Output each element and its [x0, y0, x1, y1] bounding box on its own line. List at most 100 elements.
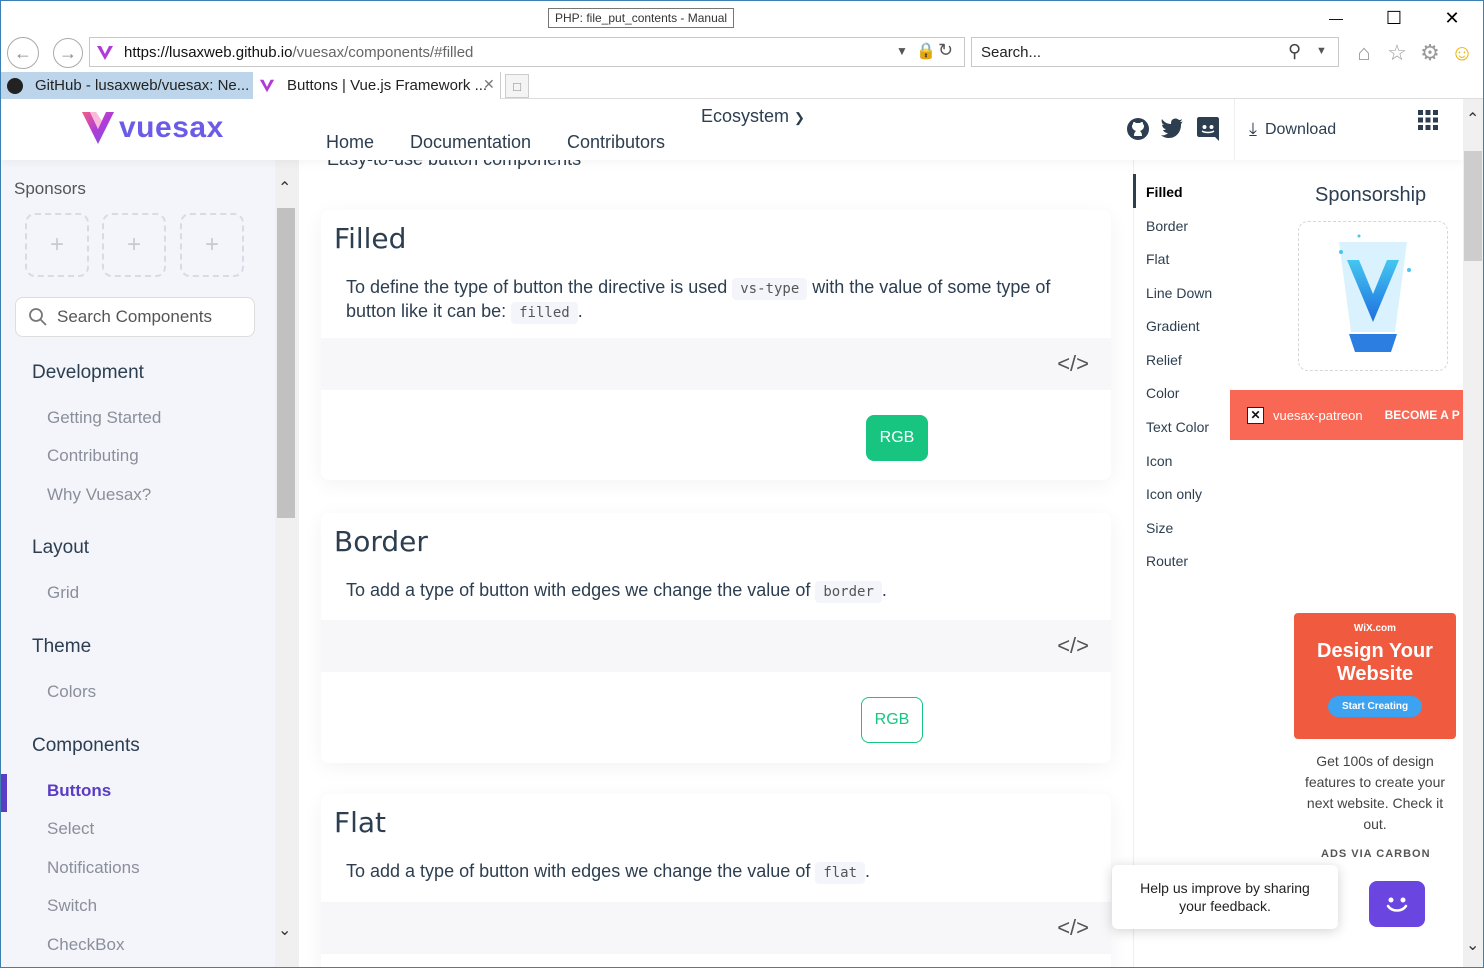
section-description: To add a type of button with edges we ch…: [346, 860, 1096, 884]
nav-documentation[interactable]: Documentation: [410, 132, 531, 153]
ecosystem-dropdown[interactable]: Ecosystem ❯: [701, 106, 805, 127]
sidebar-item-getting-started[interactable]: Getting Started: [47, 408, 161, 428]
twitter-icon[interactable]: [1158, 115, 1186, 143]
dropdown-icon[interactable]: ▼: [896, 44, 908, 58]
sidebar-item-buttons[interactable]: Buttons: [47, 781, 111, 801]
wix-ad[interactable]: WiX.com Design Your Website Start Creati…: [1294, 613, 1456, 739]
patreon-banner[interactable]: ✕ vuesax-patreon BECOME A P: [1230, 390, 1463, 440]
smiley-feedback-icon[interactable]: ☺: [1448, 39, 1476, 67]
patreon-close-icon[interactable]: ✕: [1247, 406, 1264, 424]
browser-search-input[interactable]: Search... ⚲ ▼: [971, 37, 1339, 67]
sidebar-item-colors[interactable]: Colors: [47, 682, 96, 702]
nav-home[interactable]: Home: [326, 132, 374, 153]
sidebar-item-why-vuesax[interactable]: Why Vuesax?: [47, 485, 151, 505]
tab-label: GitHub - lusaxweb/vuesax: Ne...: [35, 77, 250, 94]
sponsors-title: Sponsors: [14, 179, 86, 198]
wix-title-line-1: Design Your: [1317, 640, 1433, 662]
toc-item-text-color[interactable]: Text Color: [1146, 419, 1209, 435]
home-icon[interactable]: ⌂: [1350, 39, 1378, 67]
chevron-down-icon: ❯: [794, 110, 805, 125]
scroll-up-icon[interactable]: ⌃: [1466, 109, 1479, 129]
search-icon[interactable]: ⚲: [1288, 41, 1301, 62]
vuesax-logo[interactable]: vuesax: [81, 110, 224, 146]
scroll-up-icon[interactable]: ⌃: [278, 178, 291, 198]
toc-item-flat[interactable]: Flat: [1146, 251, 1169, 267]
section-title: Filled: [334, 222, 407, 255]
settings-gear-icon[interactable]: ⚙: [1416, 39, 1444, 67]
wix-start-button[interactable]: Start Creating: [1327, 696, 1423, 717]
feedback-text: Help us improve by sharing your feedback…: [1140, 880, 1310, 914]
wix-title-line-2: Website: [1336, 663, 1414, 685]
scroll-down-icon[interactable]: ⌄: [1466, 935, 1479, 955]
sponsor-slot[interactable]: +: [25, 213, 89, 277]
ads-via-carbon[interactable]: ADS VIA CARBON: [1321, 848, 1431, 860]
back-button[interactable]: ←: [7, 37, 39, 69]
address-bar[interactable]: https://lusaxweb.github.io/vuesax/compon…: [89, 37, 965, 67]
toc-item-icon[interactable]: Icon: [1146, 453, 1172, 469]
toc-item-size[interactable]: Size: [1146, 520, 1173, 536]
code-toolbar: </>: [321, 902, 1111, 954]
patreon-cta[interactable]: BECOME A P: [1385, 408, 1460, 422]
favorites-star-icon[interactable]: ☆: [1383, 39, 1411, 67]
maximize-button[interactable]: ☐: [1371, 1, 1417, 35]
sidebar-item-checkbox[interactable]: CheckBox: [47, 935, 124, 955]
refresh-icon[interactable]: ↻: [938, 40, 953, 61]
code-toggle-icon[interactable]: </>: [1057, 915, 1089, 941]
toc-item-router[interactable]: Router: [1146, 553, 1188, 569]
page-scrollbar[interactable]: ⌃ ⌄: [1463, 99, 1483, 967]
new-tab-button[interactable]: □: [505, 74, 529, 98]
toc-item-gradient[interactable]: Gradient: [1146, 318, 1200, 334]
feedback-button[interactable]: [1369, 881, 1425, 927]
lock-icon[interactable]: 🔒: [916, 41, 936, 61]
sponsorship-box[interactable]: [1298, 221, 1448, 371]
sidebar-item-contributing[interactable]: Contributing: [47, 446, 139, 466]
code-toggle-icon[interactable]: </>: [1057, 633, 1089, 659]
code-toggle-icon[interactable]: </>: [1057, 351, 1089, 377]
rgb-border-button[interactable]: RGB: [861, 697, 923, 743]
browser-search-placeholder: Search...: [981, 43, 1042, 61]
nav-contributors[interactable]: Contributors: [567, 132, 665, 153]
section-description: To define the type of button the directi…: [346, 276, 1096, 324]
search-components-input[interactable]: Search Components: [15, 297, 255, 337]
sidebar-group-layout[interactable]: Layout: [32, 537, 89, 559]
toc-item-filled[interactable]: Filled: [1146, 184, 1183, 200]
tooltip: PHP: file_put_contents - Manual: [548, 8, 735, 28]
toc-item-border[interactable]: Border: [1146, 218, 1188, 234]
scroll-down-icon[interactable]: ⌄: [278, 920, 291, 940]
minimize-button[interactable]: —: [1313, 1, 1359, 35]
tab-buttons[interactable]: Buttons | Vue.js Framework ... ✕: [253, 72, 501, 99]
toc-item-line-down[interactable]: Line Down: [1146, 285, 1212, 301]
carbon-ad-text[interactable]: Get 100s of design features to create yo…: [1301, 751, 1449, 835]
toc-item-color[interactable]: Color: [1146, 385, 1179, 401]
address-url: https://lusaxweb.github.io/vuesax/compon…: [124, 43, 474, 61]
sidebar-group-development[interactable]: Development: [32, 362, 144, 384]
forward-button[interactable]: →: [53, 38, 83, 68]
toc-item-icon-only[interactable]: Icon only: [1146, 486, 1202, 502]
rgb-filled-button[interactable]: RGB: [866, 415, 928, 461]
discord-icon[interactable]: [1194, 115, 1222, 143]
sponsor-slot[interactable]: +: [102, 213, 166, 277]
feedback-popup[interactable]: Help us improve by sharing your feedback…: [1112, 865, 1338, 929]
download-button[interactable]: ⤓ Download: [1234, 99, 1336, 160]
sidebar-item-notifications[interactable]: Notifications: [47, 858, 140, 878]
close-window-button[interactable]: ✕: [1429, 1, 1475, 35]
search-dropdown-icon[interactable]: ▼: [1316, 45, 1327, 57]
apps-grid-icon[interactable]: [1417, 109, 1439, 136]
sidebar-item-grid[interactable]: Grid: [47, 583, 79, 603]
toc-item-relief[interactable]: Relief: [1146, 352, 1182, 368]
logo-text: vuesax: [119, 111, 224, 144]
code-toolbar: </>: [321, 338, 1111, 390]
github-icon[interactable]: [1124, 115, 1152, 143]
page-scroll-thumb[interactable]: [1464, 151, 1482, 261]
sidebar-group-theme[interactable]: Theme: [32, 636, 91, 658]
ecosystem-label: Ecosystem: [701, 106, 790, 126]
sponsor-slot[interactable]: +: [180, 213, 244, 277]
close-tab-icon[interactable]: ✕: [483, 76, 495, 93]
sidebar-item-select[interactable]: Select: [47, 819, 94, 839]
sidebar-group-components[interactable]: Components: [32, 735, 140, 757]
border-card: Border To add a type of button with edge…: [321, 513, 1111, 763]
sidebar-item-switch[interactable]: Switch: [47, 896, 97, 916]
sidebar-scroll-thumb[interactable]: [277, 208, 295, 518]
tab-github[interactable]: GitHub - lusaxweb/vuesax: Ne...: [1, 72, 253, 99]
patreon-label: vuesax-patreon: [1273, 407, 1363, 423]
